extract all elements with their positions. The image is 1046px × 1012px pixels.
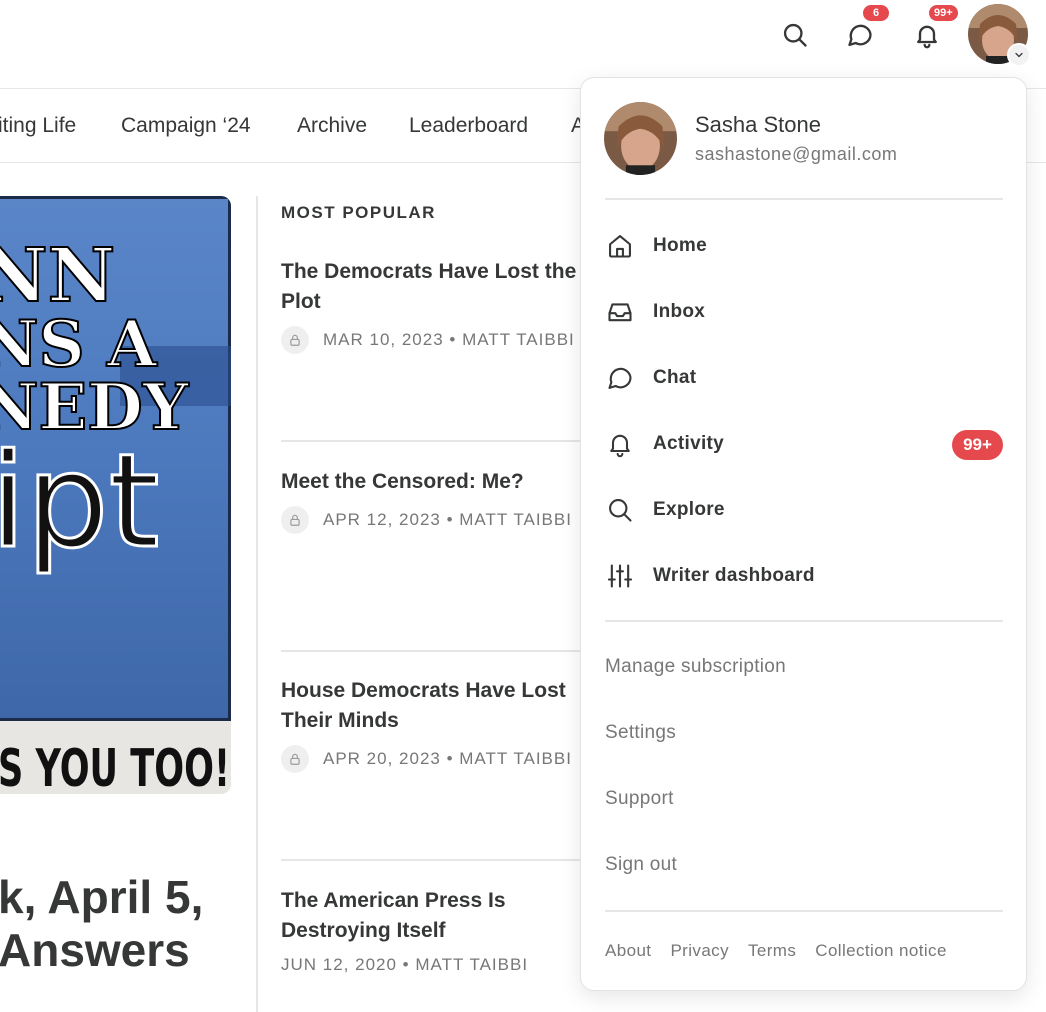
menu-divider <box>605 198 1003 200</box>
popular-post-title[interactable]: Meet the Censored: Me? <box>281 467 581 497</box>
inbox-icon <box>605 297 635 327</box>
menu-item-label: Explore <box>653 499 725 520</box>
post-date-author: MAR 10, 2023 • MATT TAIBBI <box>323 330 575 349</box>
menu-item-chat[interactable]: Chat <box>605 356 1003 400</box>
user-email: sashastone@gmail.com <box>695 144 898 164</box>
chat-button[interactable]: 6 <box>843 5 889 52</box>
search-icon <box>783 23 807 47</box>
menu-item-label: Inbox <box>653 301 706 322</box>
column-divider <box>256 196 258 1012</box>
popular-post[interactable]: Meet the Censored: Me? APR 12, 2023 • MA… <box>281 467 581 534</box>
menu-sign-out[interactable]: Sign out <box>605 854 677 876</box>
nav-writing-life[interactable]: iting Life <box>0 114 76 138</box>
featured-post-image[interactable]: NN NS A NEDY ipt S YOU TOO! <box>0 196 231 794</box>
lock-icon <box>281 745 309 773</box>
menu-avatar <box>604 102 677 175</box>
menu-item-label: Writer dashboard <box>653 565 815 586</box>
hero-line-4: ipt <box>0 425 160 577</box>
post-date-author: APR 12, 2023 • MATT TAIBBI <box>323 510 572 529</box>
item-divider <box>281 859 581 861</box>
menu-settings[interactable]: Settings <box>605 722 676 744</box>
nav-campaign-24[interactable]: Campaign ‘24 <box>121 114 251 138</box>
sliders-icon <box>605 561 635 591</box>
nav-leaderboard[interactable]: Leaderboard <box>409 114 528 138</box>
chat-badge: 6 <box>863 5 889 21</box>
nav-archive[interactable]: Archive <box>297 114 367 138</box>
popular-post-meta: APR 12, 2023 • MATT TAIBBI <box>281 506 581 534</box>
menu-divider <box>605 910 1003 912</box>
popular-post[interactable]: The American Press Is Destroying Itself … <box>281 886 581 975</box>
menu-item-activity[interactable]: Activity 99+ <box>605 422 1003 466</box>
bell-icon <box>605 429 635 459</box>
hero-line-5: S YOU TOO! <box>0 739 230 794</box>
popular-post-title[interactable]: House Democrats Have Lost Their Minds <box>281 676 581 736</box>
most-popular-heading: MOST POPULAR <box>281 203 436 222</box>
activity-button[interactable]: 99+ <box>910 5 958 52</box>
search-icon <box>605 495 635 525</box>
user-menu-button[interactable] <box>968 4 1031 67</box>
menu-item-label: Chat <box>653 367 697 388</box>
footer-link-about[interactable]: About <box>605 941 651 961</box>
menu-item-label: Home <box>653 235 707 256</box>
user-dropdown-menu: Sasha Stone sashastone@gmail.com Home In… <box>580 77 1027 991</box>
post-date-author: APR 20, 2023 • MATT TAIBBI <box>323 749 572 768</box>
lock-icon <box>281 326 309 354</box>
popular-post-meta: APR 20, 2023 • MATT TAIBBI <box>281 745 581 773</box>
chat-icon <box>605 363 635 393</box>
home-icon <box>605 231 635 261</box>
menu-divider <box>605 620 1003 622</box>
menu-footer-links: About Privacy Terms Collection notice <box>605 941 947 961</box>
popular-post-title[interactable]: The American Press Is Destroying Itself <box>281 886 581 946</box>
item-divider <box>281 440 581 442</box>
menu-item-writer-dashboard[interactable]: Writer dashboard <box>605 554 1003 598</box>
menu-item-label: Activity <box>653 433 725 454</box>
lock-icon <box>281 506 309 534</box>
activity-badge: 99+ <box>929 5 958 21</box>
footer-link-terms[interactable]: Terms <box>748 941 796 961</box>
popular-post[interactable]: The Democrats Have Lost the Plot MAR 10,… <box>281 257 581 354</box>
item-divider <box>281 650 581 652</box>
menu-manage-subscription[interactable]: Manage subscription <box>605 656 786 678</box>
footer-link-collection-notice[interactable]: Collection notice <box>815 941 947 961</box>
activity-count-badge: 99+ <box>952 430 1003 460</box>
menu-item-inbox[interactable]: Inbox <box>605 290 1003 334</box>
chevron-down-icon <box>1007 43 1031 67</box>
featured-post-title[interactable]: k, April 5, Answers <box>0 871 203 977</box>
menu-support[interactable]: Support <box>605 788 674 810</box>
featured-title-line-2: Answers <box>0 924 190 976</box>
popular-post-meta: MAR 10, 2023 • MATT TAIBBI <box>281 326 581 354</box>
popular-post-title[interactable]: The Democrats Have Lost the Plot <box>281 257 581 317</box>
chat-icon <box>848 24 872 47</box>
bell-icon <box>917 25 937 49</box>
menu-item-home[interactable]: Home <box>605 224 1003 268</box>
user-name: Sasha Stone <box>695 112 821 137</box>
footer-link-privacy[interactable]: Privacy <box>670 941 729 961</box>
featured-title-line-1: k, April 5, <box>0 871 204 923</box>
menu-item-explore[interactable]: Explore <box>605 488 1003 532</box>
post-date-author: JUN 12, 2020 • MATT TAIBBI <box>281 955 529 974</box>
popular-post-meta: JUN 12, 2020 • MATT TAIBBI <box>281 955 581 975</box>
popular-post[interactable]: House Democrats Have Lost Their Minds AP… <box>281 676 581 773</box>
top-header: 6 99+ <box>0 0 1046 89</box>
search-button[interactable] <box>778 18 812 52</box>
